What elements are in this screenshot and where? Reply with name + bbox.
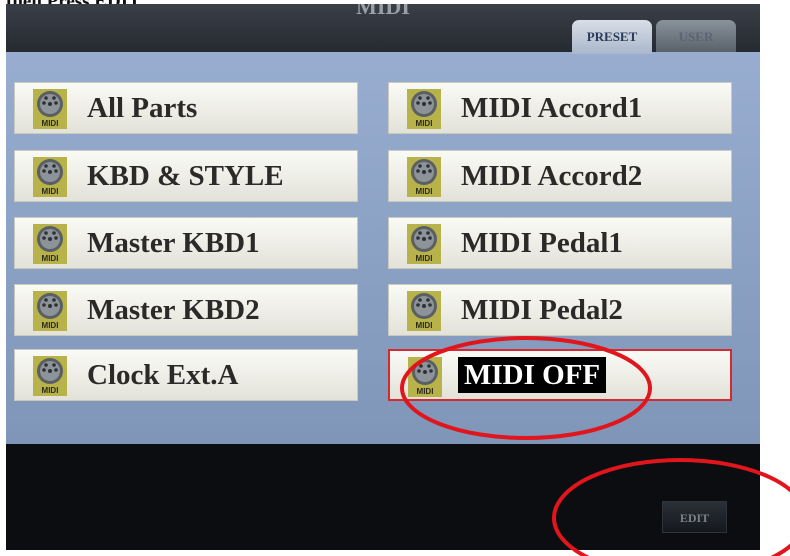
preset-item-midi-off[interactable]: MIDI MIDI OFF [388,349,732,401]
preset-item-midi-pedal2[interactable]: MIDI MIDI Pedal2 [388,284,732,336]
preset-item-label: Master KBD1 [87,227,260,259]
preset-item-label: MIDI Pedal2 [461,294,623,326]
bottom-bar [6,444,760,550]
preset-item-midi-accord1[interactable]: MIDI MIDI Accord1 [388,82,732,134]
preset-item-label: MIDI Accord1 [461,92,643,124]
svg-text:MIDI: MIDI [42,119,59,128]
svg-text:MIDI: MIDI [416,187,433,196]
tab-preset[interactable]: PRESET [572,20,652,54]
title-bar: MIDI PRESET USER [6,4,760,54]
preset-item-label: MIDI OFF [458,357,607,393]
midi-icon: MIDI [407,224,441,264]
tab-user[interactable]: USER [656,20,736,54]
svg-text:MIDI: MIDI [42,321,59,330]
midi-screen: MIDI PRESET USER MIDI All Parts MIDI KBD… [6,4,760,550]
edit-button[interactable]: EDIT [662,501,727,533]
svg-text:MIDI: MIDI [42,187,59,196]
preset-item-label: MIDI Accord2 [461,160,643,192]
svg-text:MIDI: MIDI [42,254,59,263]
preset-item-master-kbd2[interactable]: MIDI Master KBD2 [14,284,358,336]
preset-item-label: MIDI Pedal1 [461,227,623,259]
midi-icon: MIDI [407,89,441,129]
midi-icon: MIDI [33,291,67,331]
midi-icon: MIDI [33,224,67,264]
midi-icon: MIDI [33,157,67,197]
midi-icon: MIDI [407,291,441,331]
preset-item-label: All Parts [87,92,198,124]
preset-item-clock-ext-a[interactable]: MIDI Clock Ext.A [14,349,358,401]
svg-text:MIDI: MIDI [416,321,433,330]
preset-item-midi-accord2[interactable]: MIDI MIDI Accord2 [388,150,732,202]
preset-item-label: KBD & STYLE [87,160,284,192]
preset-item-kbd-style[interactable]: MIDI KBD & STYLE [14,150,358,202]
svg-text:MIDI: MIDI [416,119,433,128]
preset-item-all-parts[interactable]: MIDI All Parts [14,82,358,134]
preset-list-panel: MIDI All Parts MIDI KBD & STYLE MIDI Mas… [6,52,760,444]
preset-item-midi-pedal1[interactable]: MIDI MIDI Pedal1 [388,217,732,269]
svg-text:MIDI: MIDI [417,387,434,396]
screen-title: MIDI [356,4,410,19]
preset-item-master-kbd1[interactable]: MIDI Master KBD1 [14,217,358,269]
midi-icon: MIDI [407,157,441,197]
svg-text:MIDI: MIDI [42,386,59,395]
preset-item-label: Master KBD2 [87,294,260,326]
midi-icon: MIDI [33,89,67,129]
midi-icon: MIDI [408,357,442,397]
svg-text:MIDI: MIDI [416,254,433,263]
preset-item-label: Clock Ext.A [87,359,239,391]
midi-icon: MIDI [33,356,67,396]
